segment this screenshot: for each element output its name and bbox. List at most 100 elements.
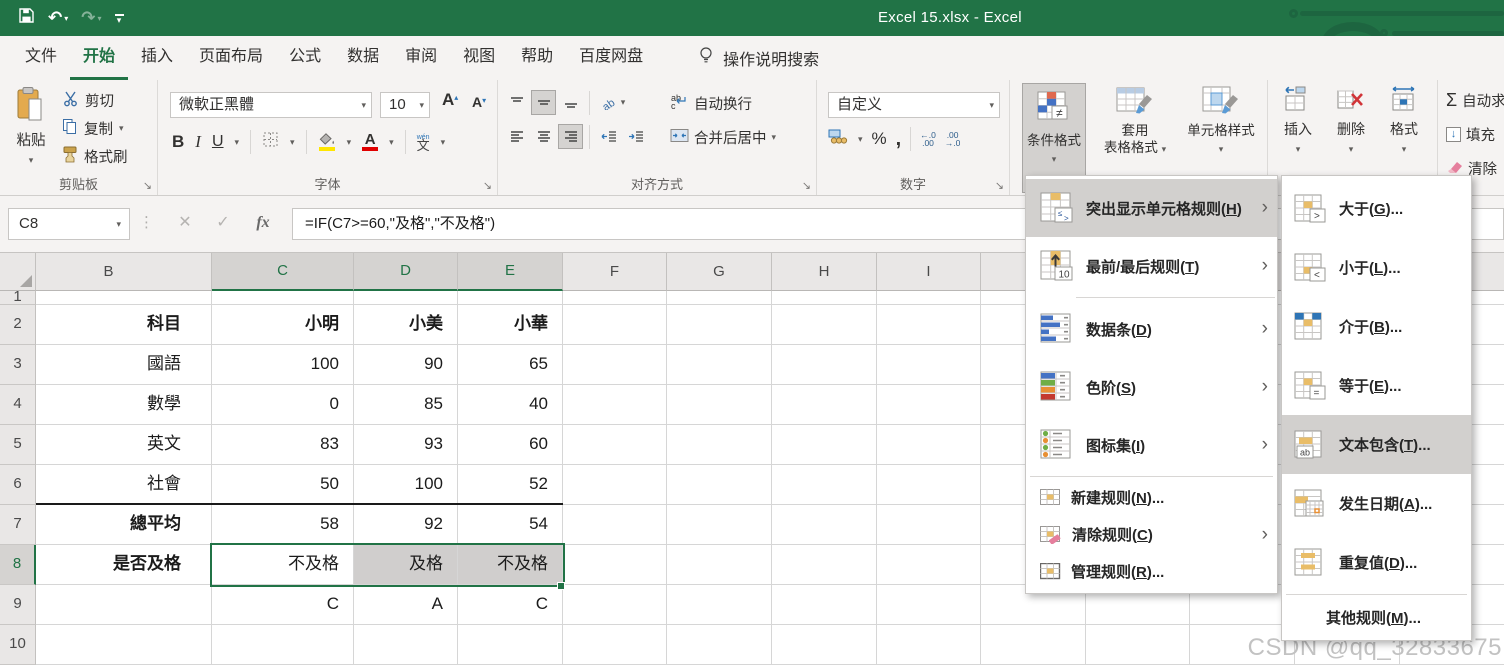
cell-D7[interactable]: 92: [354, 505, 458, 545]
submenu-item-date-occurring[interactable]: 发生日期(A)...: [1282, 474, 1471, 533]
tab-home[interactable]: 开始: [70, 36, 129, 80]
percent-style-button[interactable]: %: [872, 129, 887, 149]
select-all-corner[interactable]: [0, 253, 36, 291]
formula-bar-splitter[interactable]: ⋮: [139, 213, 154, 231]
decrease-decimal-button[interactable]: .00 →.0: [945, 131, 961, 148]
tab-data[interactable]: 数据: [334, 36, 392, 80]
name-box[interactable]: C8 ▾: [8, 208, 130, 240]
cell-E6[interactable]: 52: [458, 465, 563, 505]
cell-C3[interactable]: 100: [212, 345, 354, 385]
insert-cells-button[interactable]: 插入 ▾: [1272, 86, 1324, 157]
undo-button[interactable]: ↶ ▾: [48, 8, 68, 28]
col-header-G[interactable]: G: [667, 253, 772, 291]
accounting-dropdown-arrow[interactable]: ▾: [858, 134, 863, 145]
col-header-E[interactable]: E: [458, 253, 563, 291]
name-box-dropdown-arrow[interactable]: ▾: [116, 209, 121, 239]
cell-D3[interactable]: 90: [354, 345, 458, 385]
redo-button[interactable]: ↷ ▾: [81, 8, 101, 28]
save-icon[interactable]: [18, 7, 35, 29]
phonetic-guide-button[interactable]: wén 文: [417, 134, 430, 152]
align-middle-button[interactable]: [531, 90, 556, 115]
row-header-2[interactable]: 2: [0, 305, 36, 345]
customize-qat-icon[interactable]: ▾: [114, 13, 124, 24]
cell-C6[interactable]: 50: [212, 465, 354, 505]
submenu-item-equal-to[interactable]: = 等于(E)...: [1282, 356, 1471, 415]
cell-D5[interactable]: 93: [354, 425, 458, 465]
underline-dropdown-arrow[interactable]: ▾: [235, 137, 240, 148]
submenu-item-between[interactable]: 介于(B)...: [1282, 297, 1471, 356]
cell-C5[interactable]: 83: [212, 425, 354, 465]
comma-style-button[interactable]: ,: [896, 128, 902, 151]
cell-B2[interactable]: 科目: [36, 305, 212, 345]
row-header-10[interactable]: 10: [0, 625, 36, 665]
cell-C2[interactable]: 小明: [212, 305, 354, 345]
wrap-text-button[interactable]: ab c 自动换行: [670, 93, 752, 114]
borders-dropdown-arrow[interactable]: ▾: [290, 137, 295, 148]
tab-page-layout[interactable]: 页面布局: [186, 36, 276, 80]
number-dialog-launcher-icon[interactable]: ↘: [995, 179, 1004, 192]
cancel-formula-icon[interactable]: ✕: [168, 208, 202, 240]
col-header-B[interactable]: B: [36, 253, 212, 291]
cell-C7[interactable]: 58: [212, 505, 354, 545]
cut-button[interactable]: 剪切: [62, 90, 114, 111]
cell-B7[interactable]: 總平均: [36, 505, 212, 545]
row-header-9[interactable]: 9: [0, 585, 36, 625]
align-bottom-button[interactable]: [558, 90, 583, 115]
borders-icon[interactable]: [262, 131, 279, 153]
cell-E3[interactable]: 65: [458, 345, 563, 385]
col-header-I[interactable]: I: [877, 253, 981, 291]
copy-dropdown-arrow[interactable]: ▾: [119, 123, 124, 134]
tell-me-search[interactable]: 操作说明搜索: [698, 36, 819, 80]
align-left-button[interactable]: [504, 124, 529, 149]
submenu-item-more-rules[interactable]: 其他规则(M)...: [1282, 597, 1471, 637]
menu-item-icon-sets[interactable]: 图标集(I) ›: [1026, 416, 1277, 474]
cell-E4[interactable]: 40: [458, 385, 563, 425]
tab-review[interactable]: 审阅: [392, 36, 450, 80]
tab-help[interactable]: 帮助: [508, 36, 566, 80]
font-size-combo[interactable]: 10 ▾: [380, 92, 430, 118]
row-header-5[interactable]: 5: [0, 425, 36, 465]
submenu-item-duplicate-values[interactable]: 重复值(D)...: [1282, 533, 1471, 592]
accounting-format-icon[interactable]: [828, 128, 849, 150]
row-header-6[interactable]: 6: [0, 465, 36, 505]
tab-baidu-netdisk[interactable]: 百度网盘: [566, 36, 656, 80]
menu-item-clear-rules[interactable]: 清除规则(C) ›: [1026, 516, 1277, 553]
cell-D9[interactable]: A: [354, 585, 458, 625]
tab-insert[interactable]: 插入: [128, 36, 186, 80]
align-right-button[interactable]: [558, 124, 583, 149]
cell-C9[interactable]: C: [212, 585, 354, 625]
font-color-dropdown-arrow[interactable]: ▾: [389, 137, 394, 148]
cell-D6[interactable]: 100: [354, 465, 458, 505]
cell-B3[interactable]: 國語: [36, 345, 212, 385]
cell-B5[interactable]: 英文: [36, 425, 212, 465]
paste-button[interactable]: 粘贴 ▾: [6, 86, 56, 176]
fill-button[interactable]: ↓ 填充: [1446, 124, 1495, 145]
col-header-H[interactable]: H: [772, 253, 877, 291]
autosum-button[interactable]: Σ 自动求和: [1446, 90, 1504, 111]
phonetic-dropdown-arrow[interactable]: ▾: [441, 137, 446, 148]
increase-indent-button[interactable]: [623, 124, 648, 149]
submenu-item-text-contains[interactable]: ab 文本包含(T)...: [1282, 415, 1471, 474]
format-painter-button[interactable]: 格式刷: [62, 146, 128, 167]
row-header-8[interactable]: 8: [0, 545, 36, 585]
tab-view[interactable]: 视图: [450, 36, 508, 80]
clipboard-dialog-launcher-icon[interactable]: ↘: [143, 179, 152, 192]
menu-item-top-bottom-rules[interactable]: 10 最前/最后规则(T) ›: [1026, 237, 1277, 295]
increase-font-size-button[interactable]: A ▴: [442, 91, 458, 108]
col-header-D[interactable]: D: [354, 253, 458, 291]
row-header-1[interactable]: 1: [0, 291, 36, 305]
cell-styles-button[interactable]: 单元格样式 ▾: [1178, 85, 1264, 157]
align-center-button[interactable]: [531, 124, 556, 149]
copy-button[interactable]: 复制 ▾: [62, 118, 124, 139]
submenu-item-less-than[interactable]: < 小于(L)...: [1282, 238, 1471, 297]
format-cells-button[interactable]: 格式 ▾: [1378, 86, 1430, 157]
menu-item-manage-rules[interactable]: 管理规则(R)...: [1026, 553, 1277, 590]
orientation-button[interactable]: ab ▾: [596, 90, 630, 115]
increase-decimal-button[interactable]: ←.0.00: [920, 131, 936, 148]
tab-file[interactable]: 文件: [12, 36, 70, 80]
fill-handle[interactable]: [557, 582, 565, 590]
decrease-font-size-button[interactable]: A ▾: [472, 95, 486, 109]
font-color-button[interactable]: A: [362, 132, 379, 151]
cell-C4[interactable]: 0: [212, 385, 354, 425]
cell-B6[interactable]: 社會: [36, 465, 212, 505]
